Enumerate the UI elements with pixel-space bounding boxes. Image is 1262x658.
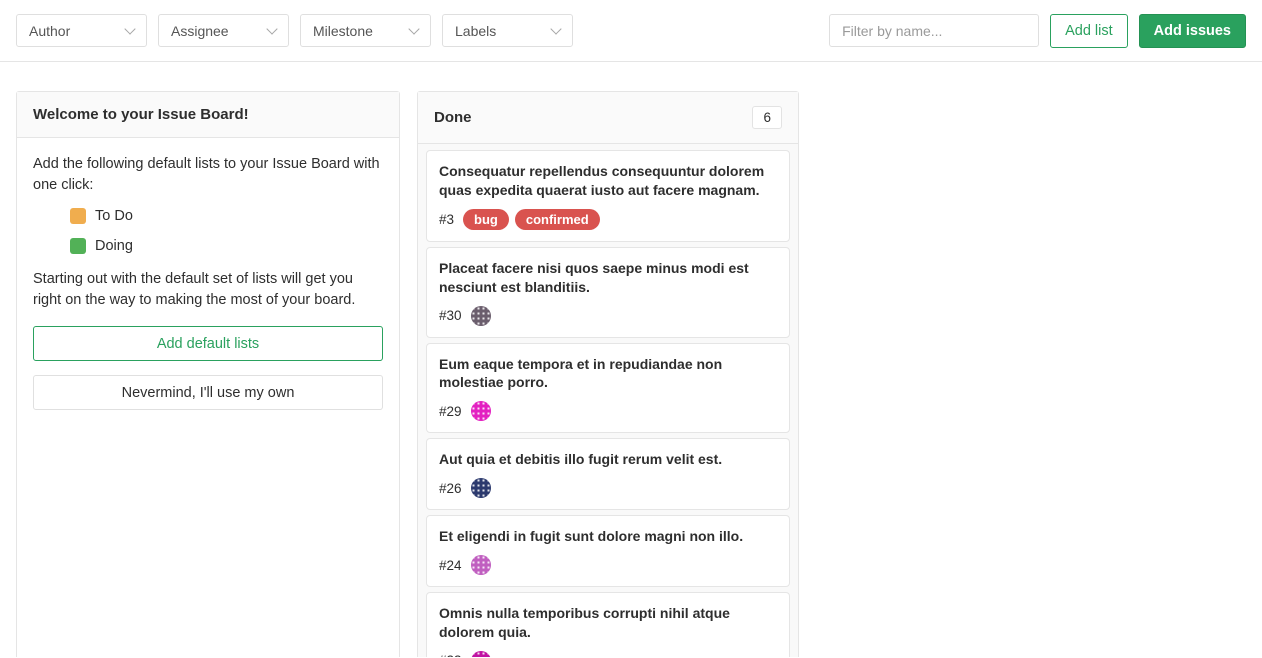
issue-card-footer: #3 bug confirmed (439, 209, 777, 230)
issue-board: Welcome to your Issue Board! Add the fol… (0, 62, 1262, 657)
issue-number: #29 (439, 404, 462, 419)
issue-card[interactable]: Omnis nulla temporibus corrupti nihil at… (426, 592, 790, 657)
default-list-item-todo: To Do (70, 206, 383, 227)
done-column-header[interactable]: Done 6 (418, 92, 798, 144)
assignee-filter-dropdown[interactable]: Assignee (158, 14, 289, 47)
welcome-outro-text: Starting out with the default set of lis… (33, 269, 383, 310)
issue-card-footer: #26 (439, 478, 777, 498)
issue-card-footer: #24 (439, 555, 777, 575)
issue-card-footer: #29 (439, 401, 777, 421)
welcome-panel-body: Add the following default lists to your … (17, 138, 399, 426)
issue-card[interactable]: Eum eaque tempora et in repudiandae non … (426, 343, 790, 434)
milestone-filter-dropdown[interactable]: Milestone (300, 14, 431, 47)
issue-card-footer: #30 (439, 306, 777, 326)
issue-title[interactable]: Eum eaque tempora et in repudiandae non … (439, 355, 777, 393)
milestone-filter-label: Milestone (313, 23, 373, 39)
todo-list-label: To Do (95, 206, 133, 227)
assignee-avatar[interactable] (471, 306, 491, 326)
done-card-list[interactable]: Consequatur repellendus consequuntur dol… (418, 144, 798, 657)
done-column-title: Done (434, 109, 472, 126)
label-confirmed[interactable]: confirmed (515, 209, 600, 230)
issue-card[interactable]: Placeat facere nisi quos saepe minus mod… (426, 247, 790, 338)
labels-filter-label: Labels (455, 23, 496, 39)
assignee-filter-label: Assignee (171, 23, 229, 39)
add-issues-button[interactable]: Add issues (1139, 14, 1246, 48)
chevron-down-icon (124, 23, 135, 34)
assignee-avatar[interactable] (471, 401, 491, 421)
issue-card[interactable]: Et eligendi in fugit sunt dolore magni n… (426, 515, 790, 587)
filter-by-name-input[interactable] (829, 14, 1039, 47)
add-default-lists-button[interactable]: Add default lists (33, 326, 383, 361)
issue-count-badge: 6 (752, 106, 782, 129)
author-filter-dropdown[interactable]: Author (16, 14, 147, 47)
issue-number: #24 (439, 558, 462, 573)
filter-toolbar: Author Assignee Milestone Labels Add lis… (0, 0, 1262, 62)
issue-number: #30 (439, 308, 462, 323)
welcome-intro-text: Add the following default lists to your … (33, 154, 383, 195)
issue-number: #26 (439, 481, 462, 496)
labels-filter-dropdown[interactable]: Labels (442, 14, 573, 47)
issue-title[interactable]: Omnis nulla temporibus corrupti nihil at… (439, 604, 777, 642)
todo-color-swatch (70, 208, 86, 224)
issue-title[interactable]: Et eligendi in fugit sunt dolore magni n… (439, 527, 777, 546)
issue-card-footer: #23 (439, 651, 777, 657)
default-list-item-doing: Doing (70, 236, 383, 257)
author-filter-label: Author (29, 23, 70, 39)
label-bug[interactable]: bug (463, 209, 509, 230)
doing-list-label: Doing (95, 236, 133, 257)
issue-card[interactable]: Aut quia et debitis illo fugit rerum vel… (426, 438, 790, 510)
assignee-avatar[interactable] (471, 555, 491, 575)
assignee-avatar[interactable] (471, 651, 491, 657)
chevron-down-icon (408, 23, 419, 34)
chevron-down-icon (550, 23, 561, 34)
nevermind-button[interactable]: Nevermind, I'll use my own (33, 375, 383, 410)
issue-card[interactable]: Consequatur repellendus consequuntur dol… (426, 150, 790, 242)
issue-title[interactable]: Aut quia et debitis illo fugit rerum vel… (439, 450, 777, 469)
issue-number: #23 (439, 653, 462, 657)
add-list-button[interactable]: Add list (1050, 14, 1128, 48)
doing-color-swatch (70, 238, 86, 254)
issue-number: #3 (439, 212, 454, 227)
toolbar-actions: Add list Add issues (829, 14, 1246, 48)
welcome-panel-header: Welcome to your Issue Board! (17, 92, 399, 138)
welcome-panel: Welcome to your Issue Board! Add the fol… (16, 91, 400, 657)
chevron-down-icon (266, 23, 277, 34)
welcome-panel-title: Welcome to your Issue Board! (33, 106, 249, 123)
issue-title[interactable]: Consequatur repellendus consequuntur dol… (439, 162, 777, 200)
done-column: Done 6 Consequatur repellendus consequun… (417, 91, 799, 657)
assignee-avatar[interactable] (471, 478, 491, 498)
issue-title[interactable]: Placeat facere nisi quos saepe minus mod… (439, 259, 777, 297)
